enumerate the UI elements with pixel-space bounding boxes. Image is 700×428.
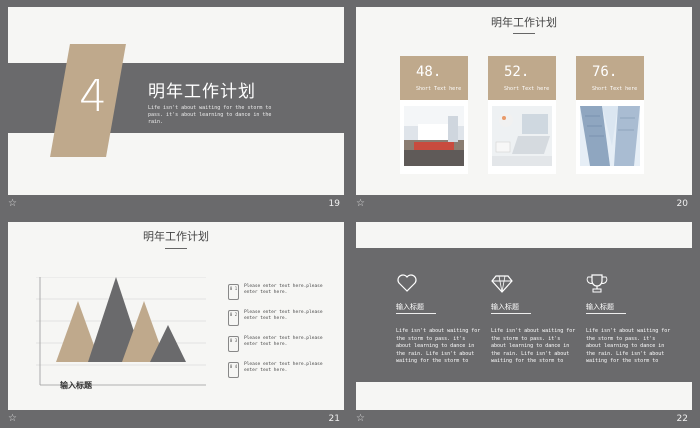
slide-number: 20 xyxy=(676,199,688,209)
column-body: Life isn't about waiting for the storm t… xyxy=(491,328,576,364)
slide-title: 明年工作计划 xyxy=(143,230,209,243)
slide-19-footer: ☆ 19 xyxy=(8,197,344,213)
office-interior-photo xyxy=(404,106,464,166)
star-icon[interactable]: ☆ xyxy=(8,413,17,425)
column-title: 输入标题 xyxy=(586,303,614,311)
column-title: 输入标题 xyxy=(491,303,519,311)
slide-number: 21 xyxy=(328,414,340,424)
item-badge: 0 4 xyxy=(228,362,239,378)
slide-number: 19 xyxy=(328,199,340,209)
title-underline xyxy=(586,313,626,314)
item-badge: 0 1 xyxy=(228,284,239,300)
item-text: Please enter text here.please enter text… xyxy=(244,310,323,321)
item-text: Please enter text here.please enter text… xyxy=(244,362,323,373)
slide-20-thumbnail[interactable]: 明年工作计划 48. Short Text here 52. Short Tex… xyxy=(356,7,692,195)
title-underline xyxy=(491,313,531,314)
slide-title: 明年工作计划 xyxy=(148,82,256,102)
trophy-icon xyxy=(586,274,608,293)
desk-laptop-photo xyxy=(492,106,552,166)
slide-22-footer: ☆ 22 xyxy=(356,412,692,428)
star-icon[interactable]: ☆ xyxy=(356,198,365,210)
slide-number: 22 xyxy=(676,414,688,424)
list-item: 0 1 Please enter text here.please enter … xyxy=(228,284,338,304)
stat-value: 52. xyxy=(504,64,530,80)
skyscraper-photo xyxy=(580,106,640,166)
title-underline xyxy=(165,248,187,249)
slide-19-thumbnail[interactable]: 4 明年工作计划 Life isn't about waiting for th… xyxy=(8,7,344,195)
stat-label: Short Text here xyxy=(592,86,638,92)
heart-icon xyxy=(397,274,417,292)
star-icon[interactable]: ☆ xyxy=(356,413,365,425)
slide-21-footer: ☆ 21 xyxy=(8,412,344,428)
stat-card: 48. Short Text here xyxy=(400,56,468,174)
column-title: 输入标题 xyxy=(396,303,424,311)
item-badge: 0 3 xyxy=(228,336,239,352)
slide-22-thumbnail[interactable]: 输入标题 Life isn't about waiting for the st… xyxy=(356,222,692,410)
slide-subtitle: Life isn't about waiting for the storm t… xyxy=(148,105,272,125)
stat-label: Short Text here xyxy=(504,86,550,92)
slide-21-thumbnail[interactable]: 明年工作计划 输入标题 0 1 Please enter text here.p… xyxy=(8,222,344,410)
item-badge: 0 2 xyxy=(228,310,239,326)
column-body: Life isn't about waiting for the storm t… xyxy=(396,328,481,364)
column-body: Life isn't about waiting for the storm t… xyxy=(586,328,671,364)
slide-20-footer: ☆ 20 xyxy=(356,197,692,213)
list-item: 0 3 Please enter text here.please enter … xyxy=(228,336,338,356)
slide-title: 明年工作计划 xyxy=(491,16,557,29)
stat-card: 52. Short Text here xyxy=(488,56,556,174)
list-item: 0 2 Please enter text here.please enter … xyxy=(228,310,338,330)
item-text: Please enter text here.please enter text… xyxy=(244,284,323,295)
diamond-icon xyxy=(491,275,513,293)
feature-column: 输入标题 Life isn't about waiting for the st… xyxy=(491,272,581,392)
stat-value: 48. xyxy=(416,64,442,80)
title-underline xyxy=(396,313,436,314)
list-item: 0 4 Please enter text here.please enter … xyxy=(228,362,338,382)
item-text: Please enter text here.please enter text… xyxy=(244,336,323,347)
chart-axis-label: 输入标题 xyxy=(60,381,92,390)
stat-value: 76. xyxy=(592,64,618,80)
stat-label: Short Text here xyxy=(416,86,462,92)
star-icon[interactable]: ☆ xyxy=(8,198,17,210)
title-underline xyxy=(513,33,535,34)
stat-card: 76. Short Text here xyxy=(576,56,644,174)
feature-column: 输入标题 Life isn't about waiting for the st… xyxy=(396,272,486,392)
section-number: 4 xyxy=(79,71,107,122)
triangle-chart xyxy=(36,277,206,386)
feature-column: 输入标题 Life isn't about waiting for the st… xyxy=(586,272,676,392)
